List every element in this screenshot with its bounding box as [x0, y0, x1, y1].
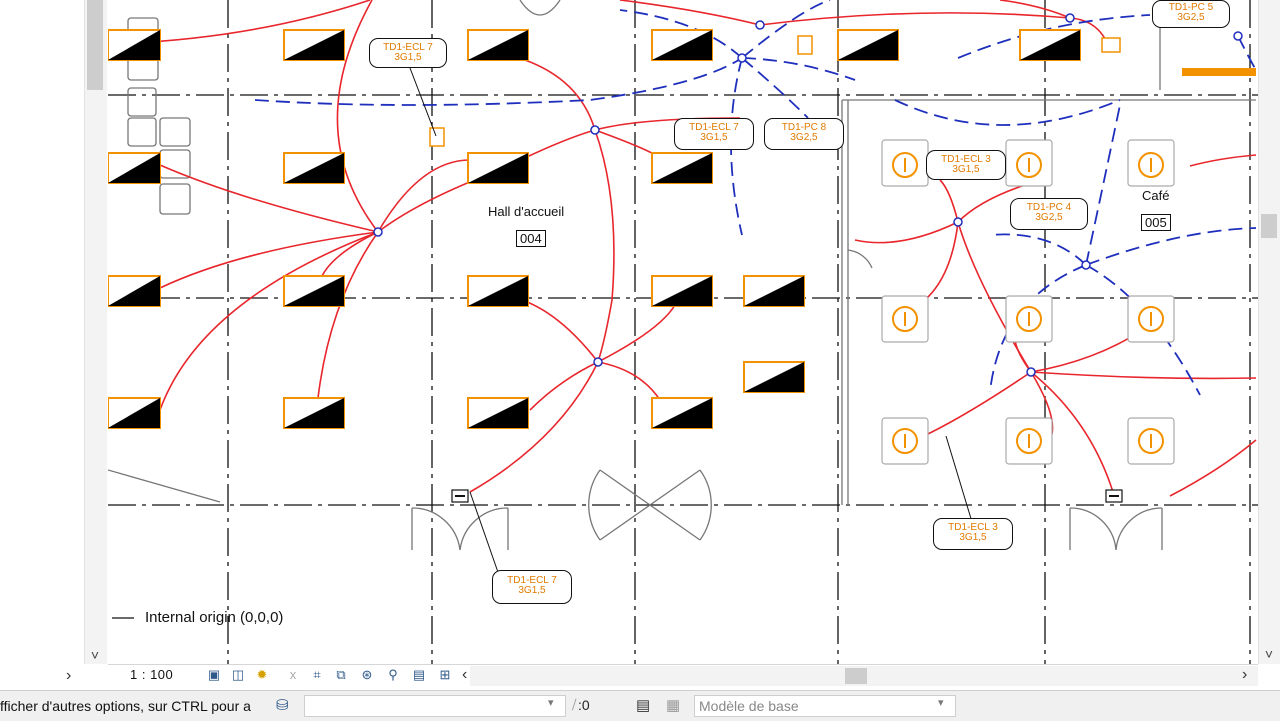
- room-number[interactable]: 005: [1141, 214, 1171, 231]
- view-scale[interactable]: 1 : 100: [130, 667, 173, 682]
- chevron-right-icon[interactable]: ›: [66, 666, 82, 686]
- workset-icon[interactable]: ⛁: [276, 696, 296, 716]
- horizontal-scrollbar-thumb[interactable]: [845, 668, 867, 684]
- scroll-down-icon[interactable]: ˅: [1260, 646, 1278, 664]
- visual-style-icon[interactable]: ◫: [229, 667, 247, 683]
- internal-origin-label: Internal origin (0,0,0): [145, 609, 284, 626]
- temporary-hide-icon[interactable]: ⊛: [358, 667, 376, 683]
- crop-view-icon[interactable]: ⌗: [308, 667, 326, 683]
- right-scrollbar-thumb[interactable]: [1261, 214, 1277, 238]
- workset-dropdown[interactable]: [304, 695, 566, 717]
- circuit-tag-cable: 3G1,5: [518, 585, 546, 596]
- chevron-right-icon[interactable]: ›: [1242, 666, 1247, 684]
- sun-path-icon[interactable]: ✹: [253, 667, 271, 683]
- status-hint: fficher d'autres options, sur CTRL pour …: [0, 698, 251, 714]
- circuit-tag-cable: 3G1,5: [394, 52, 422, 63]
- show-crop-icon[interactable]: ⧉: [332, 667, 350, 683]
- circuit-tag[interactable]: TD1-ECL 7 3G1,5: [369, 38, 447, 68]
- circuit-tag-cable: 3G2,5: [1177, 12, 1205, 23]
- shadows-icon[interactable]: x: [284, 667, 302, 683]
- detail-level-icon[interactable]: ▣: [205, 667, 223, 683]
- design-option-dropdown[interactable]: Modèle de base: [694, 695, 956, 717]
- circuit-tag-cable: 3G1,5: [700, 132, 728, 143]
- circuit-tag[interactable]: TD1-PC 5 3G2,5: [1152, 0, 1230, 28]
- left-scrollbar-thumb[interactable]: [87, 0, 103, 90]
- circuit-tag[interactable]: TD1-PC 8 3G2,5: [764, 118, 844, 150]
- left-scrollbar[interactable]: [84, 0, 107, 664]
- room-name[interactable]: Hall d'accueil: [488, 204, 564, 219]
- circuit-tag[interactable]: TD1-ECL 7 3G1,5: [492, 570, 572, 604]
- scroll-down-icon[interactable]: ˅: [84, 646, 106, 664]
- reveal-hidden-icon[interactable]: ⚲: [384, 667, 402, 683]
- filter-icon[interactable]: ⧸: [572, 697, 576, 713]
- room-name[interactable]: Café: [1142, 188, 1169, 203]
- circuit-tag[interactable]: TD1-ECL 3 3G1,5: [933, 518, 1013, 550]
- design-options-icon[interactable]: ▦: [666, 696, 680, 714]
- analytical-model-icon[interactable]: ⊞: [436, 667, 454, 683]
- circuit-tag-cable: 3G2,5: [790, 132, 818, 143]
- chevron-left-icon[interactable]: ‹: [462, 666, 467, 684]
- selection-count: :0: [578, 697, 590, 713]
- highlight-icon[interactable]: ▤: [410, 667, 428, 683]
- room-number[interactable]: 004: [516, 230, 546, 247]
- circuit-tag-cable: 3G2,5: [1035, 212, 1063, 223]
- circuit-tag[interactable]: TD1-ECL 7 3G1,5: [674, 118, 754, 150]
- cafe-tables: [881, 139, 1175, 465]
- editable-only-icon[interactable]: ▤: [636, 696, 650, 714]
- right-scrollbar[interactable]: [1258, 0, 1280, 664]
- tag-leader-2: [945, 435, 973, 523]
- circuit-tag[interactable]: TD1-PC 4 3G2,5: [1010, 198, 1088, 230]
- circuit-tag[interactable]: TD1-ECL 3 3G1,5: [926, 150, 1006, 180]
- junction-boxes: [373, 13, 1243, 377]
- drawing-canvas[interactable]: [108, 0, 1258, 664]
- circuit-tag-cable: 3G1,5: [959, 532, 987, 543]
- chevron-down-icon[interactable]: ▾: [548, 696, 554, 709]
- circuit-tag-cable: 3G1,5: [952, 164, 980, 175]
- chevron-down-icon[interactable]: ▾: [938, 696, 944, 709]
